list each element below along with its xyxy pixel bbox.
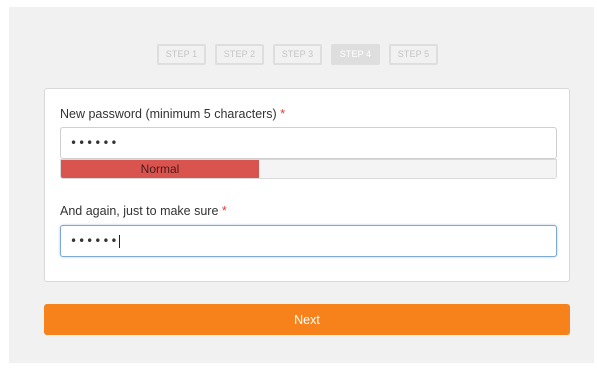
step-2: STEP 2	[215, 44, 264, 65]
step-3: STEP 3	[273, 44, 322, 65]
step-4-current: STEP 4	[331, 44, 380, 65]
password-strength-label: Normal	[140, 162, 180, 176]
password-label-text: New password (minimum 5 characters)	[60, 107, 277, 121]
new-password-input[interactable]: ••••••	[60, 127, 557, 159]
confirm-password-label-text: And again, just to make sure	[60, 204, 219, 218]
step-5: STEP 5	[389, 44, 438, 65]
required-marker: *	[280, 107, 286, 121]
confirm-password-value: ••••••	[70, 234, 119, 248]
confirm-password-label: And again, just to make sure *	[60, 204, 227, 218]
password-form-card: New password (minimum 5 characters) * ••…	[44, 88, 570, 282]
next-button[interactable]: Next	[44, 304, 570, 335]
required-marker: *	[221, 204, 227, 218]
step-1: STEP 1	[157, 44, 206, 65]
step-indicator: STEP 1 STEP 2 STEP 3 STEP 4 STEP 5	[157, 44, 438, 65]
page: STEP 1 STEP 2 STEP 3 STEP 4 STEP 5 New p…	[0, 0, 597, 377]
confirm-password-input[interactable]: ••••••	[60, 225, 557, 257]
password-label: New password (minimum 5 characters) *	[60, 107, 285, 121]
password-strength-meter: Normal	[60, 159, 557, 179]
text-caret	[119, 235, 121, 248]
new-password-value: ••••••	[70, 136, 119, 150]
password-strength-fill: Normal	[61, 160, 259, 178]
